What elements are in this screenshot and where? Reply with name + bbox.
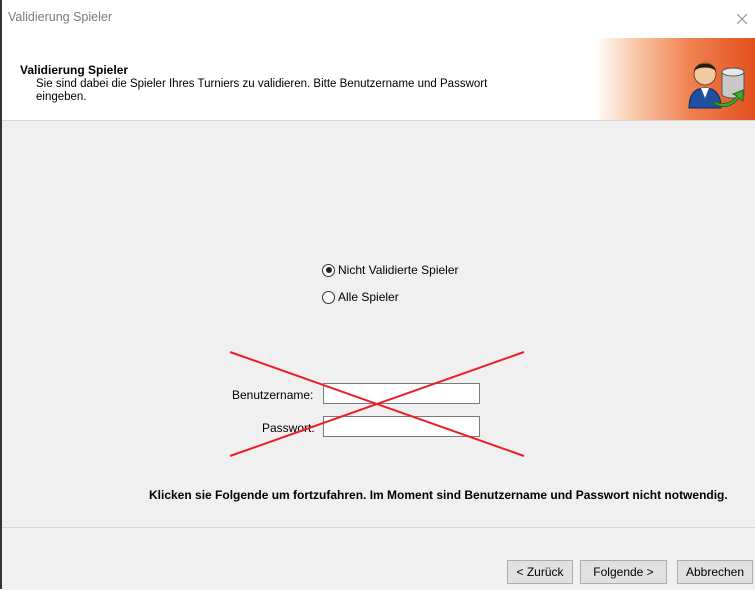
wizard-header: Validierung Spieler Sie sind dabei die S… [2, 38, 755, 121]
wizard-footer: < Zurück Folgende > Abbrechen [2, 527, 755, 590]
close-button[interactable] [729, 0, 755, 38]
username-input[interactable] [323, 383, 480, 404]
window-title: Validierung Spieler [8, 10, 112, 24]
header-title: Validierung Spieler [20, 63, 129, 77]
cancel-button[interactable]: Abbrechen [677, 560, 753, 584]
radio-alle-spieler[interactable]: Alle Spieler [322, 290, 399, 304]
close-icon [737, 14, 747, 24]
radio-label-nicht-validierte: Nicht Validierte Spieler [338, 263, 459, 277]
radio-label-alle: Alle Spieler [338, 290, 399, 304]
radio-unchecked-icon[interactable] [322, 290, 335, 304]
next-button[interactable]: Folgende > [580, 560, 667, 584]
radio-nicht-validierte-spieler[interactable]: Nicht Validierte Spieler [322, 263, 459, 277]
username-label: Benutzername: [232, 388, 314, 402]
back-button[interactable]: < Zurück [507, 560, 573, 584]
title-bar[interactable]: Validierung Spieler [2, 0, 755, 38]
radio-checked-icon[interactable] [322, 263, 335, 277]
header-description: Sie sind dabei die Spieler Ihres Turnier… [36, 78, 488, 103]
info-text: Klicken sie Folgende um fortzufahren. Im… [149, 488, 728, 502]
password-input[interactable] [323, 416, 480, 437]
password-label: Passwort: [262, 421, 315, 435]
wizard-window: Validierung Spieler Validierung Spieler … [0, 0, 755, 590]
wizard-body [2, 121, 755, 527]
header-banner [595, 38, 755, 120]
user-database-transfer-icon [688, 62, 745, 109]
